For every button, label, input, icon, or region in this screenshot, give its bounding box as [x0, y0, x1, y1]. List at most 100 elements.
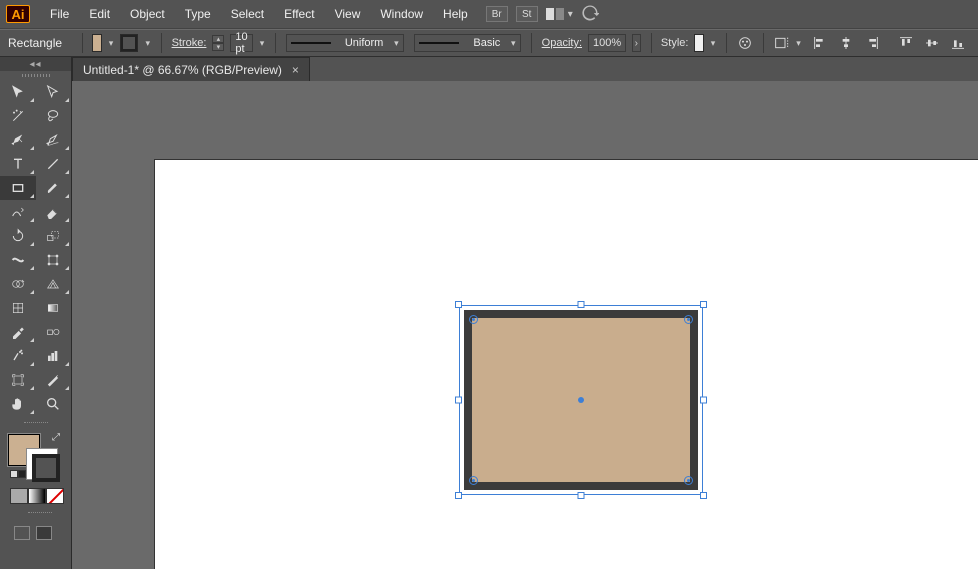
tool-direct-selection[interactable]: [36, 80, 72, 104]
resize-handle-tr[interactable]: [700, 301, 707, 308]
menu-edit[interactable]: Edit: [79, 0, 120, 28]
stroke-color-swatch[interactable]: [26, 448, 58, 480]
divider: [8, 512, 71, 518]
corner-widget-tr[interactable]: [684, 315, 693, 324]
menu-window[interactable]: Window: [370, 0, 433, 28]
tool-zoom[interactable]: [36, 392, 72, 416]
resize-handle-bl[interactable]: [455, 492, 462, 499]
resize-handle-right[interactable]: [700, 397, 707, 404]
tool-blend[interactable]: [36, 320, 72, 344]
tool-mesh[interactable]: [0, 296, 36, 320]
tool-scale[interactable]: [36, 224, 72, 248]
close-tab-icon[interactable]: ×: [292, 63, 299, 77]
align-distribute-cluster: [808, 31, 970, 55]
align-to-button[interactable]: [773, 32, 789, 54]
menu-object[interactable]: Object: [120, 0, 175, 28]
align-top-button[interactable]: [894, 31, 918, 55]
default-fill-stroke-icon[interactable]: [10, 470, 26, 478]
variable-width-profile[interactable]: Uniform ▾: [286, 34, 405, 52]
bridge-chip[interactable]: Br: [486, 6, 508, 22]
tool-slice[interactable]: [36, 368, 72, 392]
tool-pen[interactable]: [0, 128, 36, 152]
stock-chip[interactable]: St: [516, 6, 538, 22]
document-tab-bar: Untitled-1* @ 66.67% (RGB/Preview) ×: [72, 57, 310, 81]
fill-dropdown[interactable]: ▾: [108, 34, 115, 52]
fill-swatch[interactable]: [92, 34, 101, 52]
document-tab[interactable]: Untitled-1* @ 66.67% (RGB/Preview) ×: [72, 57, 310, 81]
resize-handle-top[interactable]: [578, 301, 585, 308]
align-vcenter-button[interactable]: [920, 31, 944, 55]
tool-eraser[interactable]: [36, 200, 72, 224]
recolor-artwork-button[interactable]: [737, 32, 753, 54]
stroke-weight-dropdown[interactable]: ▾: [259, 34, 266, 52]
tool-width[interactable]: [0, 248, 36, 272]
resize-handle-left[interactable]: [455, 397, 462, 404]
graphic-style-dropdown[interactable]: ▾: [710, 34, 717, 52]
tool-hand[interactable]: [0, 392, 36, 416]
corner-widget-br[interactable]: [684, 476, 693, 485]
panel-collapse-handle[interactable]: ◂◂: [0, 57, 71, 71]
tool-type[interactable]: [0, 152, 36, 176]
corner-widget-bl[interactable]: [469, 476, 478, 485]
workspace-switcher[interactable]: ▾: [546, 8, 573, 20]
stroke-weight-field[interactable]: 10 pt: [230, 34, 252, 52]
tool-curvature[interactable]: [36, 128, 72, 152]
resize-handle-bottom[interactable]: [578, 492, 585, 499]
tool-magic-wand[interactable]: [0, 104, 36, 128]
stroke-swatch[interactable]: [120, 34, 138, 52]
tool-perspective-grid[interactable]: [36, 272, 72, 296]
tool-selection[interactable]: [0, 80, 36, 104]
align-bottom-button[interactable]: [946, 31, 970, 55]
opacity-field[interactable]: 100%: [588, 34, 626, 52]
menu-select[interactable]: Select: [221, 0, 274, 28]
tool-line-segment[interactable]: [36, 152, 72, 176]
canvas[interactable]: [72, 81, 978, 569]
menu-bar: Ai File Edit Object Type Select Effect V…: [0, 0, 978, 29]
tool-shaper[interactable]: [0, 200, 36, 224]
opacity-dropdown[interactable]: ›: [632, 34, 640, 52]
change-screen-mode-button[interactable]: [36, 526, 52, 540]
tool-rotate[interactable]: [0, 224, 36, 248]
brush-definition[interactable]: Basic ▾: [414, 34, 521, 52]
opacity-label[interactable]: Opacity:: [542, 37, 582, 49]
tool-symbol-sprayer[interactable]: [0, 344, 36, 368]
align-to-dropdown[interactable]: ▾: [795, 34, 802, 52]
tool-gradient[interactable]: [36, 296, 72, 320]
sync-settings-icon[interactable]: [581, 4, 599, 25]
stroke-dropdown[interactable]: ▾: [144, 34, 151, 52]
menu-help[interactable]: Help: [433, 0, 478, 28]
graphic-style-swatch[interactable]: [694, 34, 703, 52]
menu-effect[interactable]: Effect: [274, 0, 324, 28]
tool-paintbrush[interactable]: [36, 176, 72, 200]
selection-type-label: Rectangle: [8, 36, 62, 50]
none-mode-button[interactable]: [46, 488, 64, 504]
selected-rectangle[interactable]: [459, 305, 703, 495]
gradient-mode-button[interactable]: [28, 488, 46, 504]
resize-handle-br[interactable]: [700, 492, 707, 499]
tool-column-graph[interactable]: [36, 344, 72, 368]
resize-handle-tl[interactable]: [455, 301, 462, 308]
swap-fill-stroke-icon[interactable]: ⤢: [52, 432, 60, 443]
menu-type[interactable]: Type: [175, 0, 221, 28]
fill-stroke-control[interactable]: ⤢: [0, 428, 71, 540]
style-label: Style:: [661, 37, 689, 49]
align-hcenter-button[interactable]: [834, 31, 858, 55]
stroke-label[interactable]: Stroke:: [172, 37, 207, 49]
tools-panel: ◂◂ ⤢: [0, 57, 72, 569]
corner-widget-tl[interactable]: [469, 315, 478, 324]
align-right-button[interactable]: [860, 31, 884, 55]
tool-eyedropper[interactable]: [0, 320, 36, 344]
stroke-weight-stepper[interactable]: ▴▾: [212, 35, 224, 51]
color-mode-button[interactable]: [10, 488, 28, 504]
tool-free-transform[interactable]: [36, 248, 72, 272]
menu-file[interactable]: File: [40, 0, 79, 28]
menu-view[interactable]: View: [325, 0, 371, 28]
tool-rectangle[interactable]: [0, 176, 36, 200]
tool-artboard[interactable]: [0, 368, 36, 392]
tool-lasso[interactable]: [36, 104, 72, 128]
tool-shape-builder[interactable]: [0, 272, 36, 296]
document-workarea: Untitled-1* @ 66.67% (RGB/Preview) ×: [72, 57, 978, 569]
normal-screen-mode-button[interactable]: [14, 526, 30, 540]
align-left-button[interactable]: [808, 31, 832, 55]
panel-grip[interactable]: [0, 71, 71, 80]
